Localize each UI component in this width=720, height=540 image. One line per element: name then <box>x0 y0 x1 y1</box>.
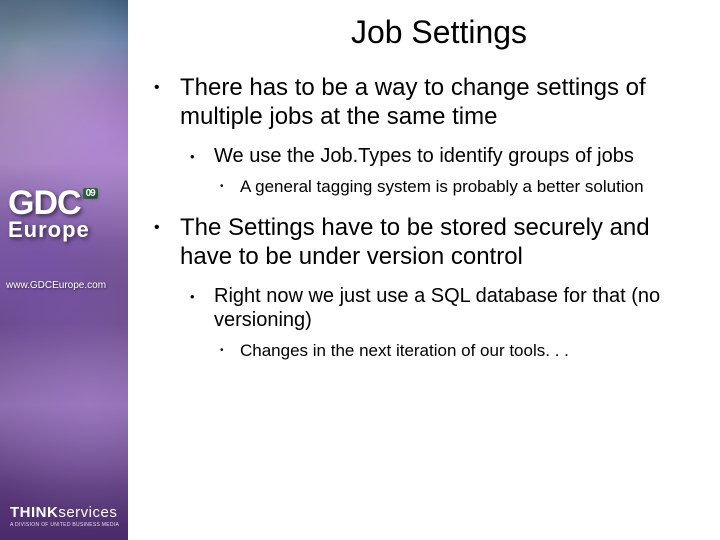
bullet-text: Right now we just use a SQL database for… <box>214 285 660 331</box>
gdc-url: www.GDCEurope.com <box>6 280 106 291</box>
bullet-list: We use the Job.Types to identify groups … <box>180 144 692 198</box>
gdc-logo-sub: Europe <box>8 217 98 243</box>
think-text-a: THINK <box>10 504 58 521</box>
think-logo-sub: A DIVISION OF UNITED BUSINESS MEDIA <box>10 522 119 528</box>
think-text-b: services <box>58 504 117 521</box>
bullet-list: There has to be a way to change settings… <box>146 73 692 362</box>
list-item: A general tagging system is probably a b… <box>214 176 692 197</box>
list-item: We use the Job.Types to identify groups … <box>180 144 692 198</box>
bullet-text: The Settings have to be stored securely … <box>180 214 650 270</box>
gdc-logo: GDC09 Europe <box>8 188 98 243</box>
bullet-list: A general tagging system is probably a b… <box>214 176 692 197</box>
list-item: The Settings have to be stored securely … <box>146 213 692 362</box>
slide: GDC09 Europe www.GDCEurope.com THINKserv… <box>0 0 720 540</box>
sidebar-texture <box>0 0 128 540</box>
slide-title: Job Settings <box>186 14 692 51</box>
gdc-year-badge: 09 <box>83 188 98 199</box>
gdc-logo-main: GDC09 <box>8 188 98 219</box>
think-logo: THINKservices A DIVISION OF UNITED BUSIN… <box>10 504 119 528</box>
bullet-text: Changes in the next iteration of our too… <box>240 341 569 360</box>
list-item: Changes in the next iteration of our too… <box>214 340 692 361</box>
bullet-list: Right now we just use a SQL database for… <box>180 284 692 362</box>
slide-content: Job Settings There has to be a way to ch… <box>128 0 720 540</box>
list-item: There has to be a way to change settings… <box>146 73 692 197</box>
bullet-text: We use the Job.Types to identify groups … <box>214 145 634 167</box>
sidebar-graphic: GDC09 Europe www.GDCEurope.com THINKserv… <box>0 0 128 540</box>
bullet-text: A general tagging system is probably a b… <box>240 177 644 196</box>
bullet-list: Changes in the next iteration of our too… <box>214 340 692 361</box>
think-logo-main: THINKservices <box>10 504 119 521</box>
bullet-text: There has to be a way to change settings… <box>180 74 646 130</box>
list-item: Right now we just use a SQL database for… <box>180 284 692 362</box>
